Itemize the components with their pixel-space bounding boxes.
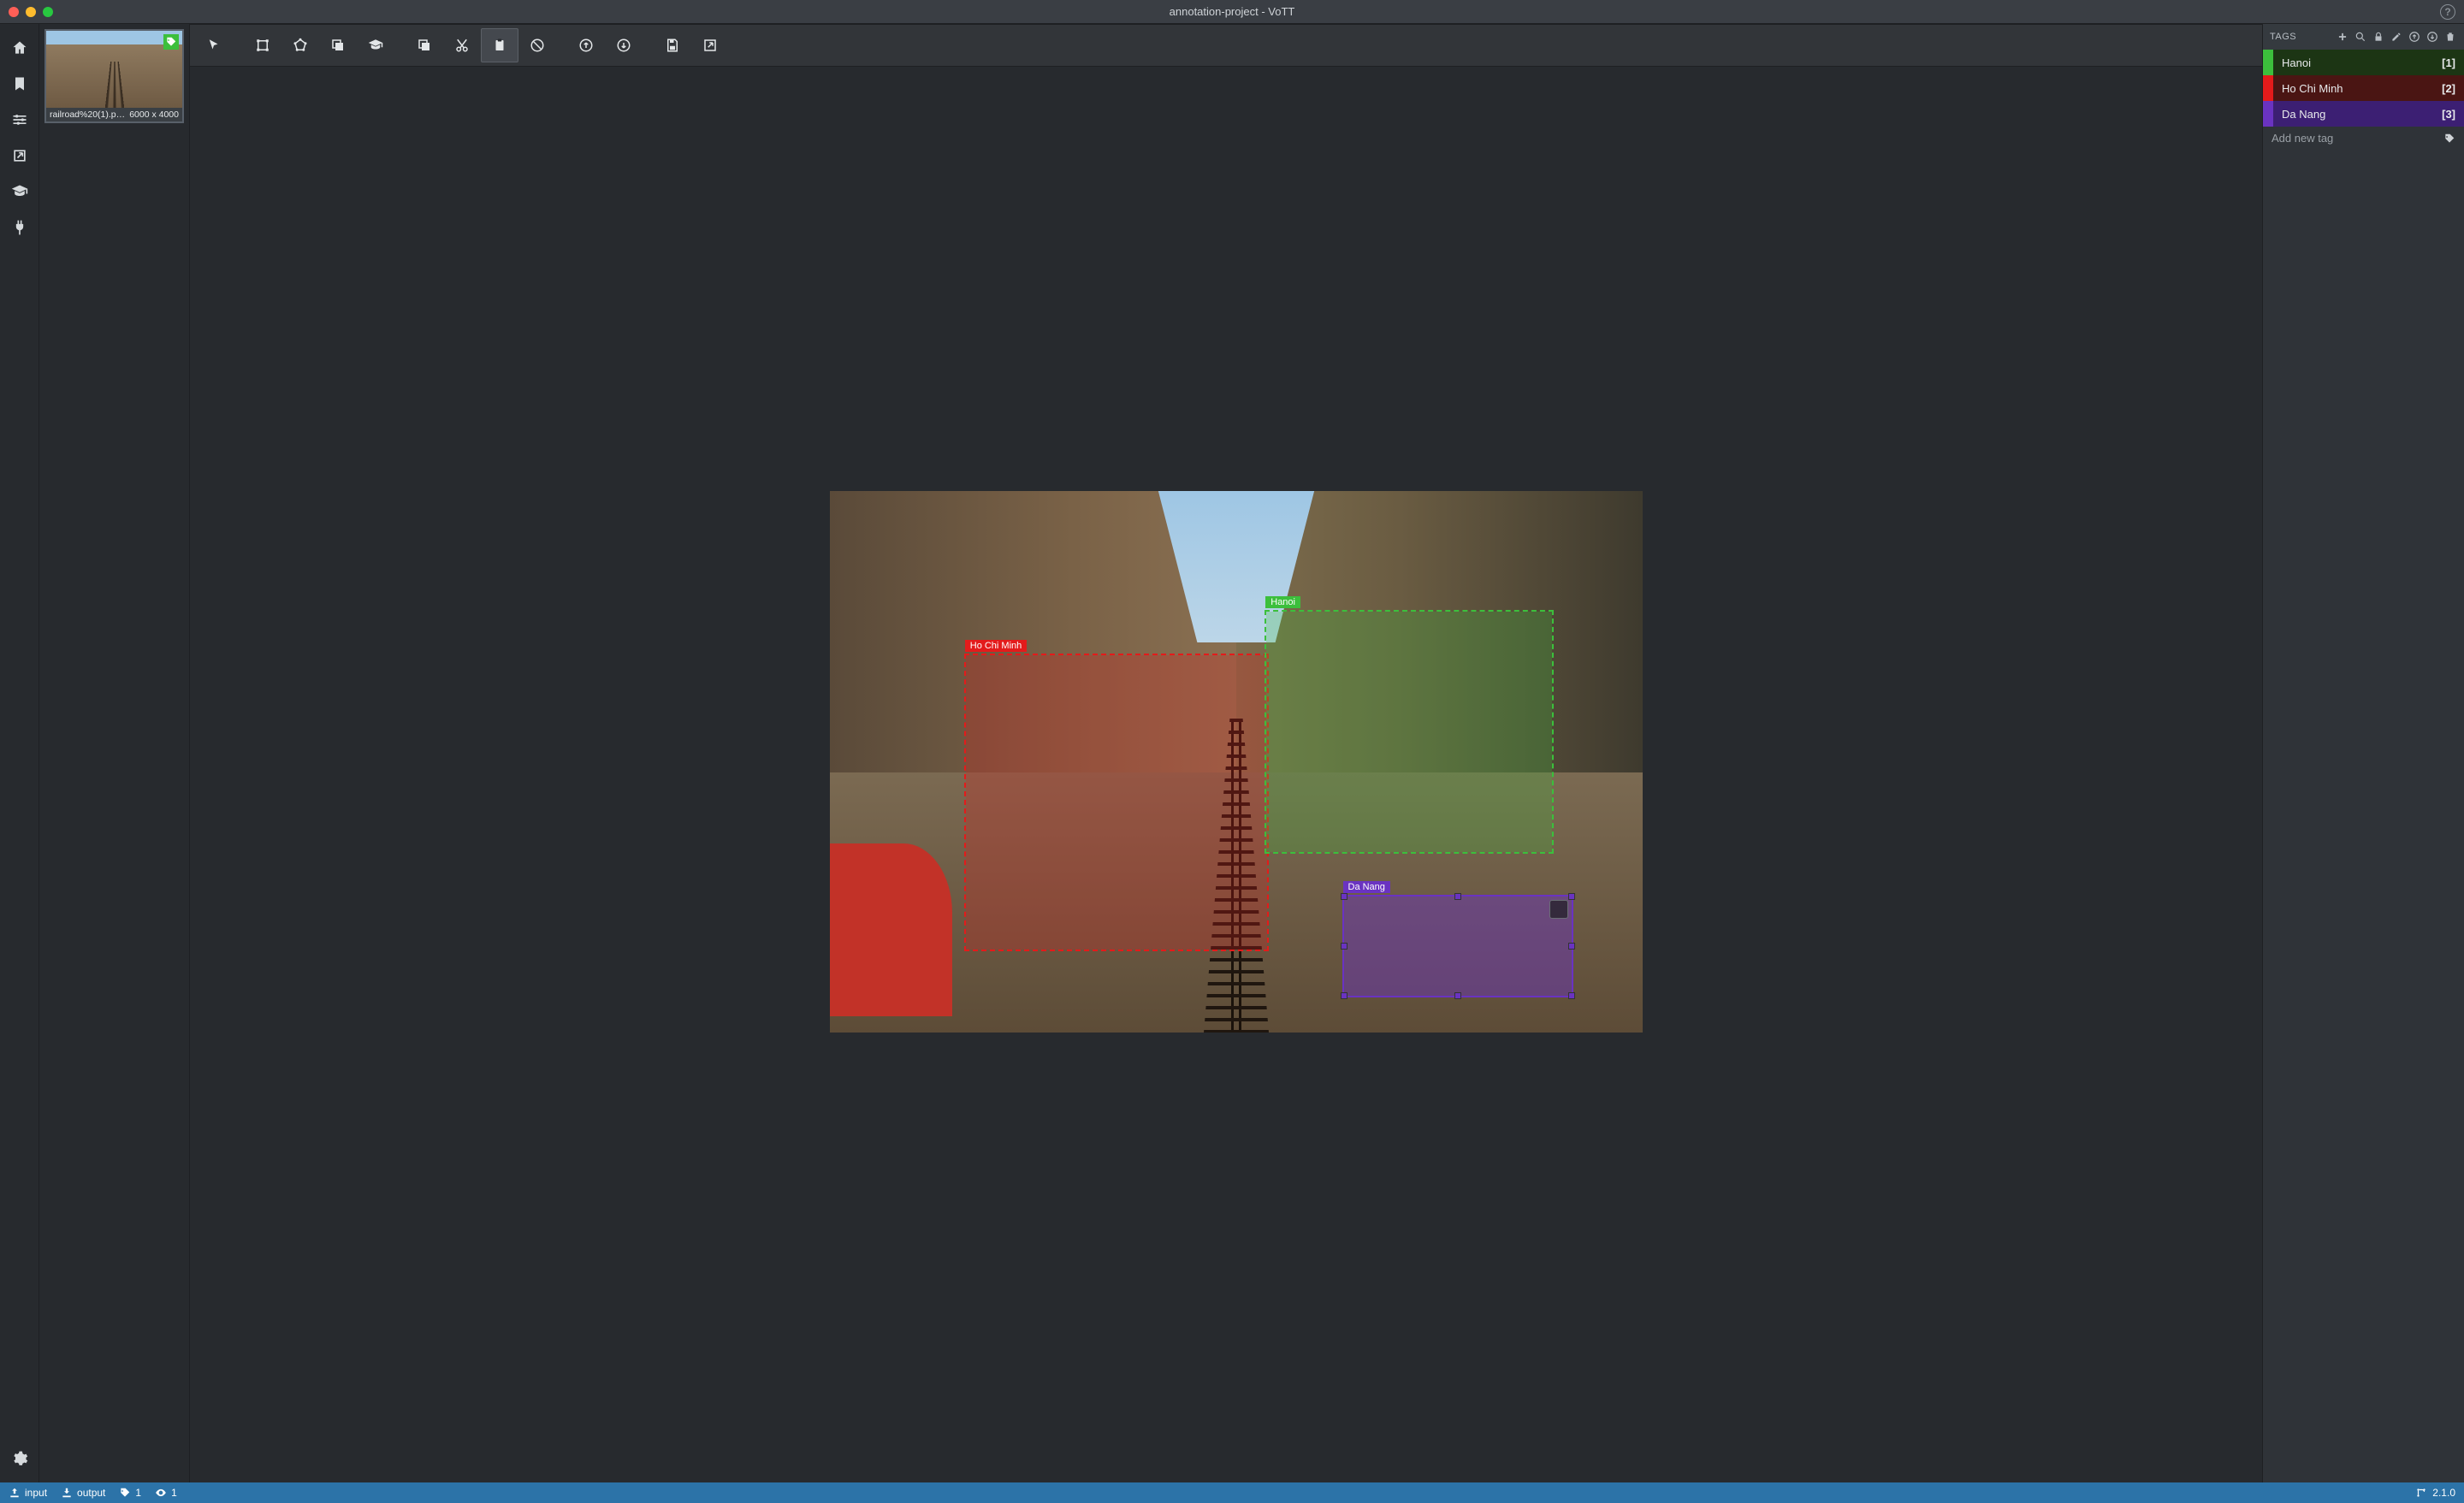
annotation-region[interactable]: Da Nang	[1342, 895, 1574, 997]
editor-toolbar	[190, 24, 2262, 67]
tag-row[interactable]: Ho Chi Minh [2]	[2263, 75, 2464, 101]
plug-icon[interactable]	[8, 216, 32, 240]
status-input-label: input	[25, 1487, 47, 1499]
next-asset-tool[interactable]	[605, 28, 643, 62]
resize-handle[interactable]	[1341, 893, 1348, 900]
thumbnail-dimensions: 6000 x 4000	[129, 109, 179, 120]
resize-handle[interactable]	[1568, 893, 1575, 900]
help-button[interactable]: ?	[2440, 4, 2455, 20]
tag-edit-icon[interactable]	[2390, 30, 2403, 44]
clear-tool[interactable]	[518, 28, 556, 62]
status-output[interactable]: output	[61, 1487, 105, 1499]
tag-color-swatch	[2263, 50, 2273, 75]
copy-tool[interactable]	[406, 28, 443, 62]
gear-icon[interactable]	[8, 1447, 32, 1470]
annotation-region[interactable]: Hanoi	[1265, 610, 1553, 854]
tags-icon	[119, 1487, 131, 1499]
tag-color-swatch	[2263, 101, 2273, 127]
branch-icon	[2415, 1487, 2427, 1499]
tag-delete-icon[interactable]	[2443, 30, 2457, 44]
paste-tool[interactable]	[481, 28, 518, 62]
resize-handle[interactable]	[1341, 992, 1348, 999]
canvas[interactable]: Ho Chi MinhHanoiDa Nang	[830, 491, 1643, 1033]
export-icon[interactable]	[8, 144, 32, 168]
status-visited-count: 1	[171, 1487, 177, 1499]
pointer-tool[interactable]	[195, 28, 233, 62]
titlebar: annotation-project - VoTT ?	[0, 0, 2464, 24]
tag-name: Hanoi	[2282, 56, 2311, 69]
region-tag-label: Ho Chi Minh	[965, 640, 1028, 652]
thumbnail-image	[46, 31, 182, 108]
thumbnail-panel: railroad%20(1).p… 6000 x 4000	[39, 24, 190, 1482]
tag-color-swatch	[2263, 75, 2273, 101]
annotation-region[interactable]: Ho Chi Minh	[964, 654, 1269, 951]
save-tool[interactable]	[654, 28, 691, 62]
rectangle-tool[interactable]	[244, 28, 281, 62]
prev-asset-tool[interactable]	[567, 28, 605, 62]
tag-hotkey: [1]	[2442, 56, 2455, 69]
status-visited: 1	[155, 1487, 177, 1499]
tag-lock-icon[interactable]	[2372, 30, 2385, 44]
maximize-window-button[interactable]	[43, 7, 53, 17]
window-controls	[9, 7, 53, 17]
tag-move-down-icon[interactable]	[2426, 30, 2439, 44]
bookmark-icon[interactable]	[8, 72, 32, 96]
tag-row[interactable]: Da Nang [3]	[2263, 101, 2464, 127]
canvas-area: Ho Chi MinhHanoiDa Nang	[190, 67, 2262, 1482]
status-version[interactable]: 2.1.0	[2415, 1487, 2455, 1499]
tagged-badge-icon	[163, 34, 179, 50]
eye-icon	[155, 1487, 167, 1499]
auto-detect-tool[interactable]	[357, 28, 394, 62]
tag-row[interactable]: Hanoi [1]	[2263, 50, 2464, 75]
tags-header-label: TAGS	[2270, 32, 2296, 42]
home-icon[interactable]	[8, 36, 32, 60]
tag-add-icon[interactable]	[2336, 30, 2349, 44]
status-input[interactable]: input	[9, 1487, 47, 1499]
resize-handle[interactable]	[1341, 943, 1348, 950]
tag-icon	[2443, 133, 2455, 145]
resize-handle[interactable]	[1454, 992, 1461, 999]
status-tagged: 1	[119, 1487, 141, 1499]
sliders-icon[interactable]	[8, 108, 32, 132]
tag-search-icon[interactable]	[2354, 30, 2367, 44]
tags-header: TAGS	[2263, 24, 2464, 50]
window-title: annotation-project - VoTT	[1170, 5, 1295, 18]
thumbnail-item[interactable]: railroad%20(1).p… 6000 x 4000	[44, 29, 184, 123]
resize-handle[interactable]	[1454, 893, 1461, 900]
copy-regions-tool[interactable]	[319, 28, 357, 62]
export-tool[interactable]	[691, 28, 729, 62]
activity-bar	[0, 24, 39, 1482]
tag-move-up-icon[interactable]	[2408, 30, 2421, 44]
tags-panel: TAGS Hanoi [1] Ho Chi Minh [2] Da Nang	[2262, 24, 2464, 1482]
status-version-label: 2.1.0	[2432, 1487, 2455, 1499]
upload-icon	[9, 1487, 21, 1499]
minimize-window-button[interactable]	[26, 7, 36, 17]
tag-name: Da Nang	[2282, 108, 2325, 121]
tag-hotkey: [2]	[2442, 82, 2455, 95]
download-icon	[61, 1487, 73, 1499]
resize-handle[interactable]	[1568, 992, 1575, 999]
close-window-button[interactable]	[9, 7, 19, 17]
cut-tool[interactable]	[443, 28, 481, 62]
status-tagged-count: 1	[135, 1487, 141, 1499]
resize-handle[interactable]	[1568, 943, 1575, 950]
thumbnail-filename: railroad%20(1).p…	[50, 109, 125, 120]
region-tag-label: Da Nang	[1343, 881, 1390, 893]
polygon-tool[interactable]	[281, 28, 319, 62]
tag-name: Ho Chi Minh	[2282, 82, 2343, 95]
graduation-cap-icon[interactable]	[8, 180, 32, 204]
add-tag-placeholder: Add new tag	[2272, 132, 2333, 145]
region-tag-label: Hanoi	[1265, 596, 1300, 608]
status-bar: input output 1 1 2.1.0	[0, 1482, 2464, 1503]
add-tag-input[interactable]: Add new tag	[2263, 127, 2464, 150]
tag-hotkey: [3]	[2442, 108, 2455, 121]
status-output-label: output	[77, 1487, 105, 1499]
